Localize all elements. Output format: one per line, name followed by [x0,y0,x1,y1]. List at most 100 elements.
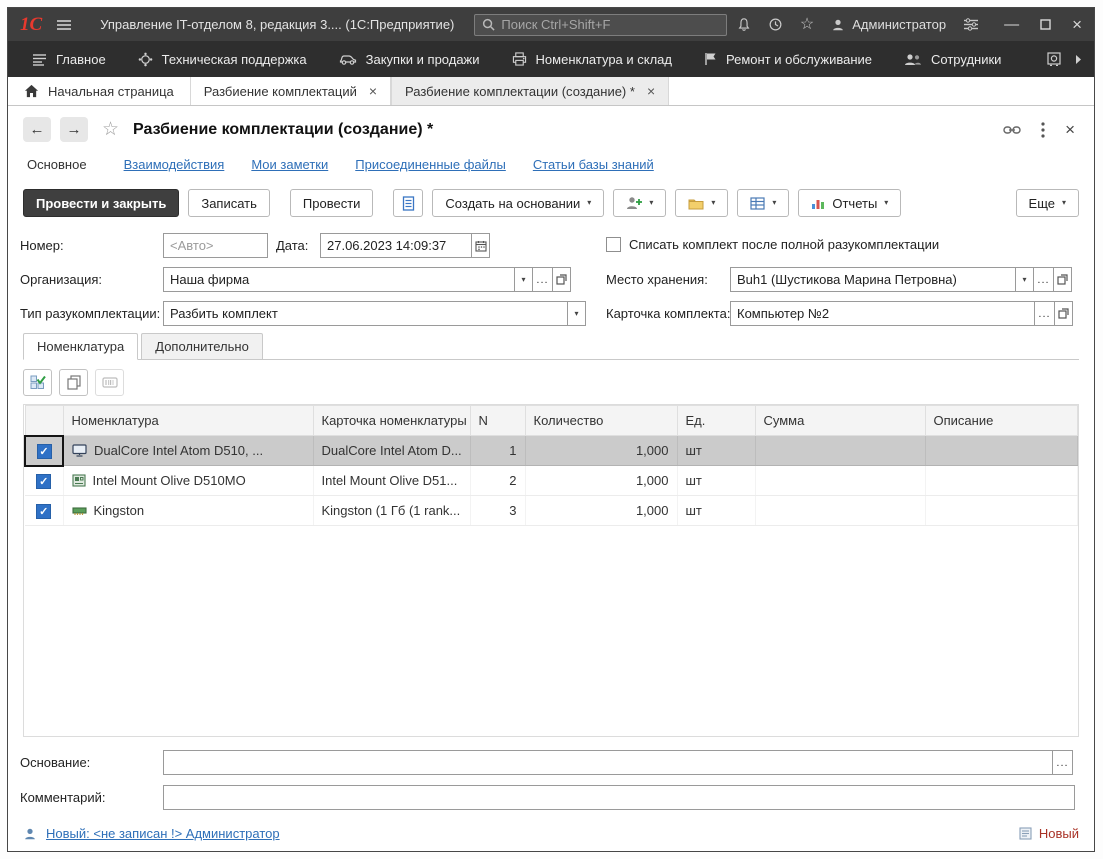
calendar-icon[interactable] [471,233,490,258]
storage-dropdown-icon[interactable]: ▾ [1015,267,1034,292]
maximize-button[interactable] [1040,19,1051,30]
basis-input[interactable] [163,750,1053,775]
writeoff-checkbox[interactable] [606,237,621,252]
cell-sum[interactable] [755,466,925,496]
organization-choose-button[interactable]: ... [532,267,553,292]
table-row[interactable]: ✓ Kingston Kingston (1 Гб (1 rank... 3 1… [25,496,1078,526]
cell-unit[interactable]: шт [677,466,755,496]
create-task-button[interactable]: ▾ [613,189,666,217]
copy-row-button[interactable] [59,369,88,396]
header-nomenclature[interactable]: Номенклатура [63,406,313,436]
kit-card-choose-button[interactable]: ... [1034,301,1055,326]
more-kebab-icon[interactable] [1041,122,1045,138]
organization-open-icon[interactable] [552,267,571,292]
cell-quantity[interactable]: 1,000 [525,466,677,496]
cell-description[interactable] [925,496,1078,526]
kit-card-open-icon[interactable] [1054,301,1073,326]
safe-section-icon[interactable] [1047,52,1061,66]
row-checkbox[interactable]: ✓ [36,474,51,489]
header-quantity[interactable]: Количество [525,406,677,436]
cell-unit[interactable]: шт [677,436,755,466]
organization-input[interactable] [163,267,515,292]
tab-close-icon[interactable]: × [647,84,655,98]
section-tech-support[interactable]: Техническая поддержка [122,41,323,77]
nav-item-notes[interactable]: Мои заметки [251,157,328,172]
basis-choose-button[interactable]: ... [1052,750,1073,775]
tab-additional[interactable]: Дополнительно [141,333,263,360]
document-status-link[interactable]: Новый: <не записан !> Администратор [46,826,280,841]
cell-n[interactable]: 1 [470,436,525,466]
post-and-close-button[interactable]: Провести и закрыть [23,189,179,217]
close-window-button[interactable]: × [1072,15,1082,35]
section-main[interactable]: Главное [16,41,122,77]
cell-n[interactable]: 3 [470,496,525,526]
nav-item-attached-files[interactable]: Присоединенные файлы [355,157,506,172]
tab-nomenclature[interactable]: Номенклатура [23,333,138,360]
nav-item-interactions[interactable]: Взаимодействия [124,157,225,172]
storage-open-icon[interactable] [1053,267,1072,292]
table-row[interactable]: ✓ Intel Mount Olive D510MO Intel Mount O… [25,466,1078,496]
section-employees[interactable]: Сотрудники [888,41,1017,77]
cell-quantity[interactable]: 1,000 [525,436,677,466]
cell-card[interactable]: Intel Mount Olive D51... [313,466,470,496]
unpack-type-dropdown-icon[interactable]: ▾ [567,301,586,326]
writeoff-checkbox-label[interactable]: Списать комплект после полной разукомпле… [629,236,939,253]
cell-sum[interactable] [755,436,925,466]
notifications-bell-icon[interactable] [737,17,751,32]
document-structure-button[interactable] [393,189,423,217]
sections-overflow-chevron-icon[interactable] [1075,54,1082,65]
back-button[interactable]: ← [23,117,51,142]
nav-item-kb-articles[interactable]: Статьи базы знаний [533,157,654,172]
tab-close-icon[interactable]: × [369,84,377,98]
comment-input[interactable] [163,785,1075,810]
cell-quantity[interactable]: 1,000 [525,496,677,526]
post-button[interactable]: Провести [290,189,374,217]
row-checkbox[interactable]: ✓ [36,504,51,519]
history-icon[interactable] [768,17,783,32]
reports-button[interactable]: Отчеты ▾ [798,189,901,217]
cell-nomenclature[interactable]: Intel Mount Olive D510MO [63,466,313,496]
close-form-icon[interactable]: × [1065,120,1075,140]
files-button[interactable]: ▾ [675,189,728,217]
header-description[interactable]: Описание [925,406,1078,436]
section-repair-service[interactable]: Ремонт и обслуживание [688,41,888,77]
section-purchases-sales[interactable]: Закупки и продажи [323,41,496,77]
row-checkbox[interactable]: ✓ [37,444,52,459]
number-input[interactable] [163,233,268,258]
cell-nomenclature[interactable]: Kingston [63,496,313,526]
organization-dropdown-icon[interactable]: ▾ [514,267,533,292]
cell-n[interactable]: 2 [470,466,525,496]
section-nomenclature-stock[interactable]: Номенклатура и склад [496,41,688,77]
cell-sum[interactable] [755,496,925,526]
unpack-type-input[interactable] [163,301,568,326]
register-records-button[interactable]: ▾ [737,189,789,217]
more-button[interactable]: Еще ▾ [1016,189,1079,217]
write-button[interactable]: Записать [188,189,270,217]
favorite-star-icon[interactable]: ☆ [102,118,119,141]
kit-card-input[interactable] [730,301,1035,326]
settings-sliders-icon[interactable] [963,18,979,31]
nav-item-main[interactable]: Основное [23,153,97,176]
storage-choose-button[interactable]: ... [1033,267,1054,292]
cell-description[interactable] [925,436,1078,466]
favorites-star-icon[interactable]: ☆ [800,17,814,33]
current-user[interactable]: Администратор [831,17,946,32]
cell-card[interactable]: DualCore Intel Atom D... [313,436,470,466]
minimize-button[interactable]: — [1004,16,1019,33]
get-link-icon[interactable] [1003,125,1021,135]
date-input[interactable] [320,233,472,258]
header-unit[interactable]: Ед. [677,406,755,436]
header-sum[interactable]: Сумма [755,406,925,436]
barcode-scanner-button[interactable] [95,369,124,396]
tab-razbienie-komplektacii-sozdanie[interactable]: Разбиение комплектации (создание) * × [391,77,669,105]
set-marks-button[interactable] [23,369,52,396]
global-search-input[interactable]: Поиск Ctrl+Shift+F [474,14,727,36]
home-page-tab[interactable]: Начальная страница [8,77,190,105]
storage-input[interactable] [730,267,1016,292]
header-n[interactable]: N [470,406,525,436]
system-menu-icon[interactable] [56,19,72,31]
create-on-basis-button[interactable]: Создать на основании ▾ [432,189,604,217]
cell-unit[interactable]: шт [677,496,755,526]
header-card[interactable]: Карточка номенклатуры [313,406,470,436]
cell-description[interactable] [925,466,1078,496]
